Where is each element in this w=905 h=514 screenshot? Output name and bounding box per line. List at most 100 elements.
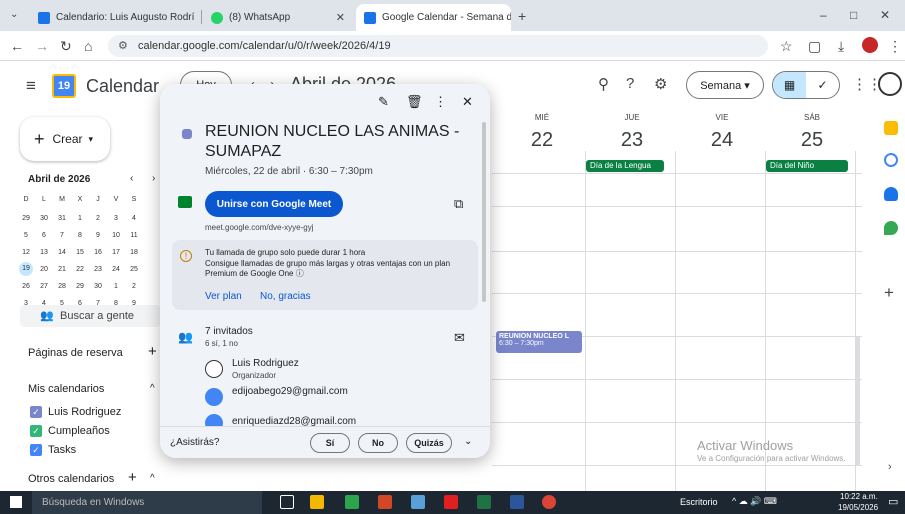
rsvp-yes-button[interactable]: Sí: [310, 433, 350, 453]
mini-day[interactable]: 1: [106, 283, 126, 290]
mini-day[interactable]: 1: [70, 215, 90, 222]
mini-day[interactable]: 7: [52, 232, 72, 239]
tasks-icon[interactable]: [884, 153, 898, 167]
clock-time[interactable]: 10:22 a.m.: [840, 492, 878, 501]
account-avatar[interactable]: [878, 72, 902, 96]
checkbox-icon[interactable]: ✓: [30, 406, 42, 418]
mini-day[interactable]: 29: [16, 215, 36, 222]
word-icon[interactable]: [510, 495, 524, 509]
windows-start-icon[interactable]: [10, 496, 22, 508]
join-meet-button[interactable]: Unirse con Google Meet: [205, 191, 343, 217]
allday-event[interactable]: Día del Niño: [766, 160, 848, 172]
mini-day[interactable]: 23: [88, 266, 108, 273]
tab-calendar-active[interactable]: Google Calendar - Semana del ✕: [356, 4, 511, 31]
mini-day[interactable]: 28: [52, 283, 72, 290]
vertical-scrollbar[interactable]: [855, 336, 860, 466]
home-icon[interactable]: ⌂: [84, 38, 92, 54]
mini-day[interactable]: 11: [124, 232, 144, 239]
rsvp-maybe-button[interactable]: Quizás: [406, 433, 452, 453]
day-number[interactable]: 22: [497, 129, 587, 152]
forward-icon[interactable]: →: [35, 38, 49, 54]
mini-day[interactable]: 8: [70, 232, 90, 239]
app-green-icon[interactable]: [345, 495, 359, 509]
mini-day[interactable]: 17: [106, 249, 126, 256]
mini-day[interactable]: 29: [70, 283, 90, 290]
mini-prev-icon[interactable]: ‹: [130, 173, 133, 184]
mini-day[interactable]: 27: [34, 283, 54, 290]
mini-day[interactable]: 14: [52, 249, 72, 256]
mini-day[interactable]: 25: [124, 266, 144, 273]
mini-day[interactable]: 26: [16, 283, 36, 290]
collapse-caret-icon[interactable]: ^: [150, 473, 155, 484]
download-icon[interactable]: ⤓: [838, 38, 844, 55]
site-info-icon[interactable]: ⚙: [118, 39, 128, 52]
excel-icon[interactable]: [477, 495, 491, 509]
mini-day[interactable]: 30: [88, 283, 108, 290]
profile-avatar[interactable]: [862, 37, 878, 53]
rsvp-no-button[interactable]: No: [358, 433, 398, 453]
help-icon[interactable]: ?: [626, 75, 634, 92]
mini-day[interactable]: 16: [88, 249, 108, 256]
tab-whatsapp[interactable]: (8) WhatsApp ✕: [203, 4, 353, 31]
file-explorer-icon[interactable]: [310, 495, 324, 509]
bookmark-star-icon[interactable]: ☆: [780, 38, 793, 55]
desktop-label[interactable]: Escritorio: [680, 497, 718, 507]
mini-day[interactable]: 31: [52, 215, 72, 222]
checkbox-icon[interactable]: ✓: [30, 444, 42, 456]
contacts-icon[interactable]: [884, 187, 898, 201]
mini-day[interactable]: 15: [70, 249, 90, 256]
mini-day[interactable]: 5: [16, 232, 36, 239]
taskbar-search-field[interactable]: Búsqueda en Windows: [32, 491, 262, 514]
calendar-event[interactable]: REUNION NUCLEO L 6:30 – 7:30pm: [496, 331, 582, 353]
add-calendar-icon[interactable]: +: [128, 469, 137, 486]
no-thanks-link[interactable]: No, gracias: [260, 291, 311, 302]
create-button[interactable]: + Crear ▾: [20, 117, 110, 161]
maximize-button[interactable]: □: [850, 8, 857, 22]
mini-day[interactable]: 24: [106, 266, 126, 273]
delete-trash-icon[interactable]: 🗑: [406, 94, 423, 110]
copy-link-icon[interactable]: ⧉: [454, 196, 463, 212]
mini-day[interactable]: 21: [52, 266, 72, 273]
close-tab-icon[interactable]: ✕: [194, 11, 200, 24]
view-plan-link[interactable]: Ver plan: [205, 291, 242, 302]
menu-dots-icon[interactable]: ⋮: [888, 38, 902, 55]
close-tab-icon[interactable]: ✕: [330, 11, 345, 24]
tray-icons[interactable]: ^ ☁ 🔊 ⌨: [732, 496, 777, 507]
day-number[interactable]: 25: [767, 129, 857, 152]
maps-icon[interactable]: [884, 221, 898, 235]
popup-scrollbar[interactable]: [482, 122, 486, 302]
clock-date[interactable]: 19/05/2026: [838, 503, 878, 512]
more-options-icon[interactable]: ⋮: [434, 94, 447, 110]
mini-day[interactable]: 12: [16, 249, 36, 256]
view-select[interactable]: Semana ▾: [686, 71, 764, 99]
settings-gear-icon[interactable]: ⚙: [654, 75, 667, 93]
calendar-view-icon[interactable]: ▦: [773, 72, 806, 98]
checkbox-icon[interactable]: ✓: [30, 425, 42, 437]
tab-calendar-1[interactable]: Calendario: Luis Augusto Rodrí ✕: [30, 4, 200, 31]
mini-day[interactable]: 9: [88, 232, 108, 239]
mini-next-icon[interactable]: ›: [152, 173, 155, 184]
tasks-view-icon[interactable]: ✓: [806, 72, 839, 98]
minimize-button[interactable]: –: [820, 8, 827, 22]
mini-day[interactable]: 3: [106, 215, 126, 222]
search-people-field[interactable]: 👥 Buscar a gente: [20, 305, 160, 327]
task-view-icon[interactable]: [280, 495, 294, 509]
rsvp-more-caret-icon[interactable]: ⌄: [464, 436, 472, 447]
close-popup-icon[interactable]: ✕: [462, 94, 473, 110]
close-window-button[interactable]: ✕: [880, 8, 890, 22]
acrobat-icon[interactable]: [444, 495, 458, 509]
url-field[interactable]: ⚙ calendar.google.com/calendar/u/0/r/wee…: [108, 35, 768, 57]
day-number[interactable]: 24: [677, 129, 767, 152]
mini-day[interactable]: 19: [19, 262, 33, 276]
notification-icon[interactable]: ▭: [888, 495, 898, 508]
app-blue-icon[interactable]: [411, 495, 425, 509]
mini-day[interactable]: 4: [124, 215, 144, 222]
back-icon[interactable]: ←: [10, 38, 24, 54]
search-icon[interactable]: ⚲: [598, 75, 609, 93]
collapse-caret-icon[interactable]: ^: [150, 383, 155, 394]
extensions-icon[interactable]: ▢: [808, 38, 821, 55]
expand-panel-icon[interactable]: ›: [888, 461, 892, 473]
mini-day[interactable]: 30: [34, 215, 54, 222]
mini-day[interactable]: 22: [70, 266, 90, 273]
mini-day[interactable]: 20: [34, 266, 54, 273]
